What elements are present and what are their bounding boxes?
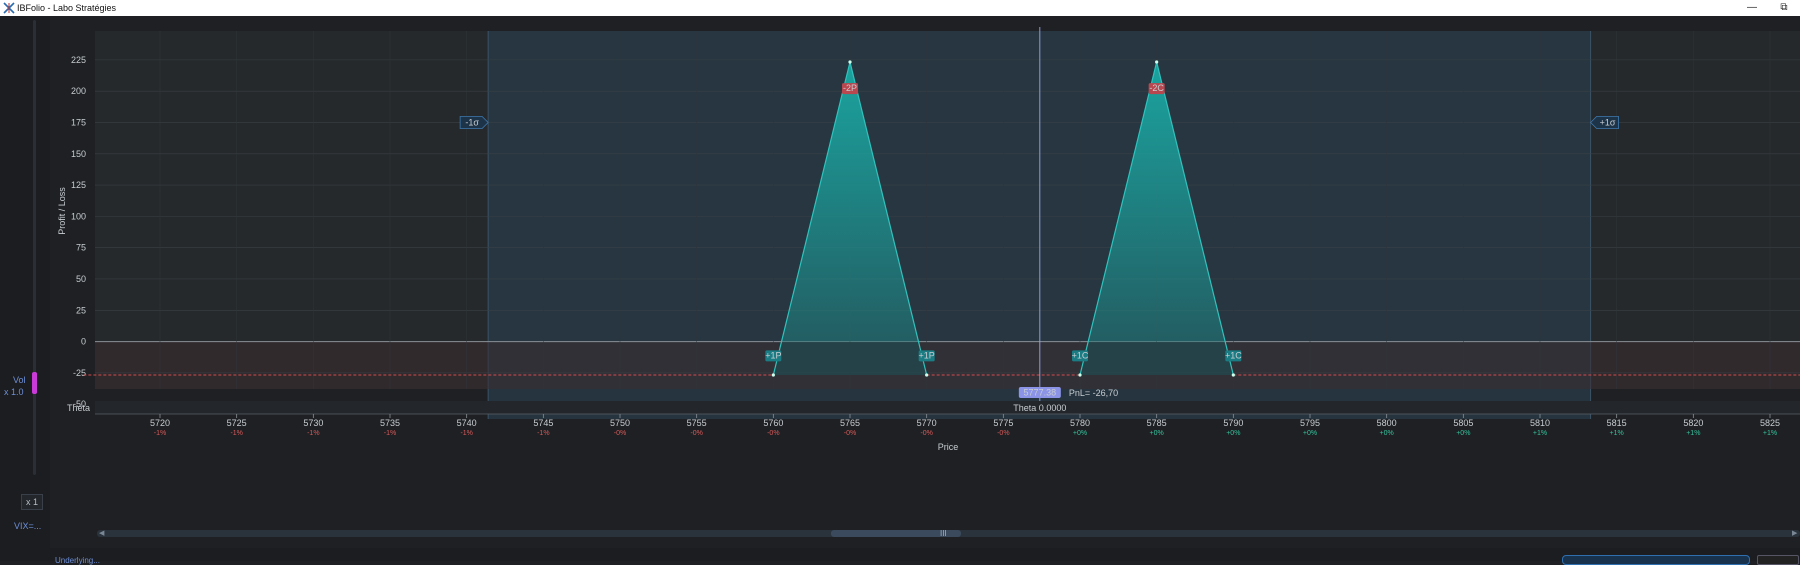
title-bar: IBFolio - Labo Stratégies — ⧉ <box>0 0 1800 16</box>
zoom-button[interactable]: x 1 <box>21 494 43 510</box>
payoff-vertex <box>925 373 929 377</box>
x-tick-label: 5785 <box>1147 418 1167 428</box>
y-tick-label: 150 <box>71 149 86 159</box>
x-tick-label: 5790 <box>1223 418 1243 428</box>
x-pct-label: -0% <box>844 430 856 437</box>
volatility-slider-handle[interactable] <box>32 372 37 394</box>
x-pct-label: +1% <box>1763 430 1777 437</box>
x-pct-label: -0% <box>767 430 779 437</box>
x-tick-label: 5745 <box>533 418 553 428</box>
y-tick-label: -25 <box>73 368 86 378</box>
x-tick-label: 5805 <box>1453 418 1473 428</box>
theta-band <box>95 401 1800 414</box>
x-tick-label: 5780 <box>1070 418 1090 428</box>
y-tick-label: 25 <box>76 305 86 315</box>
window-title: IBFolio - Labo Stratégies <box>17 3 117 13</box>
leg-tag-label: +1P <box>919 350 935 360</box>
x-tick-label: 5810 <box>1530 418 1550 428</box>
restore-icon[interactable]: ⧉ <box>1774 1 1794 14</box>
x-pct-label: -0% <box>614 430 626 437</box>
x-pct-label: +0% <box>1380 430 1394 437</box>
x-pct-label: +0% <box>1456 430 1470 437</box>
loss-area <box>1080 341 1234 375</box>
payoff-vertex <box>848 60 852 64</box>
volatility-slider-track[interactable] <box>33 20 36 475</box>
leg-tag-label: +1C <box>1072 350 1089 360</box>
theta-value: Theta 0.0000 <box>1013 403 1066 413</box>
x-tick-label: 5765 <box>840 418 860 428</box>
x-tick-label: 5815 <box>1607 418 1627 428</box>
x-pct-label: -0% <box>997 430 1009 437</box>
sigma-low-label: -1σ <box>465 117 479 127</box>
x-tick-label: 5755 <box>687 418 707 428</box>
x-pct-label: +0% <box>1073 430 1087 437</box>
pnl-chart[interactable]: 2252001751501251007550250-25-50Profit / … <box>50 16 1800 528</box>
x-tick-label: 5720 <box>150 418 170 428</box>
scroll-right-icon[interactable]: ▶ <box>1792 529 1797 537</box>
x-pct-label: +0% <box>1226 430 1240 437</box>
theta-label: Theta <box>67 403 90 413</box>
status-bar <box>50 548 1800 561</box>
scrollbar-grip: III <box>940 529 947 538</box>
volatility-panel <box>0 16 50 561</box>
x-tick-label: 5820 <box>1683 418 1703 428</box>
x-pct-label: -1% <box>307 430 319 437</box>
x-tick-label: 5730 <box>303 418 323 428</box>
pnl-label: PnL= -26,70 <box>1069 388 1118 398</box>
y-axis-label: Profit / Loss <box>57 187 67 235</box>
x-pct-label: +1% <box>1686 430 1700 437</box>
x-tick-label: 5795 <box>1300 418 1320 428</box>
payoff-vertex <box>771 373 775 377</box>
y-tick-label: 0 <box>81 337 86 347</box>
x-tick-label: 5750 <box>610 418 630 428</box>
x-tick-label: 5825 <box>1760 418 1780 428</box>
x-pct-label: -1% <box>537 430 549 437</box>
leg-tag-label: +1C <box>1225 350 1242 360</box>
payoff-vertex <box>1155 60 1159 64</box>
y-tick-label: 75 <box>76 243 86 253</box>
x-pct-label: -1% <box>460 430 472 437</box>
x-pct-label: -0% <box>920 430 932 437</box>
x-axis-label: Price <box>938 442 959 452</box>
x-pct-label: +0% <box>1303 430 1317 437</box>
status-button-primary[interactable] <box>1562 555 1750 565</box>
x-pct-label: -1% <box>384 430 396 437</box>
x-tick-label: 5800 <box>1377 418 1397 428</box>
ib-logo-icon <box>3 2 15 14</box>
x-tick-label: 5725 <box>227 418 247 428</box>
leg-tag-label: -2P <box>843 83 857 93</box>
scroll-left-icon[interactable]: ◀ <box>99 529 104 537</box>
x-pct-label: +1% <box>1533 430 1547 437</box>
loss-zone <box>95 341 1800 389</box>
vol-label: Vol <box>13 375 26 385</box>
x-pct-label: +1% <box>1610 430 1624 437</box>
leg-tag-label: -2C <box>1149 83 1164 93</box>
y-tick-label: 50 <box>76 274 86 284</box>
x-tick-label: 5760 <box>763 418 783 428</box>
x-pct-label: -1% <box>230 430 242 437</box>
y-tick-label: 175 <box>71 117 86 127</box>
x-pct-label: -0% <box>690 430 702 437</box>
x-pct-label: +0% <box>1150 430 1164 437</box>
y-tick-label: 225 <box>71 55 86 65</box>
x-tick-label: 5740 <box>457 418 477 428</box>
payoff-vertex <box>1231 373 1235 377</box>
x-pct-label: -1% <box>154 430 166 437</box>
loss-area <box>773 341 927 375</box>
current-price-label: 5777.38 <box>1024 388 1057 398</box>
minimize-icon[interactable]: — <box>1742 1 1762 14</box>
y-tick-label: 125 <box>71 180 86 190</box>
vix-label: VIX=... <box>14 521 42 531</box>
sigma-high-label: +1σ <box>1600 117 1616 127</box>
x-tick-label: 5770 <box>917 418 937 428</box>
leg-tag-label: +1P <box>765 350 781 360</box>
y-tick-label: 100 <box>71 211 86 221</box>
x-tick-label: 5775 <box>993 418 1013 428</box>
vol-multiplier: x 1.0 <box>4 387 24 397</box>
x-tick-label: 5735 <box>380 418 400 428</box>
payoff-vertex <box>1078 373 1082 377</box>
y-tick-label: 200 <box>71 86 86 96</box>
status-button-secondary[interactable] <box>1757 555 1799 565</box>
